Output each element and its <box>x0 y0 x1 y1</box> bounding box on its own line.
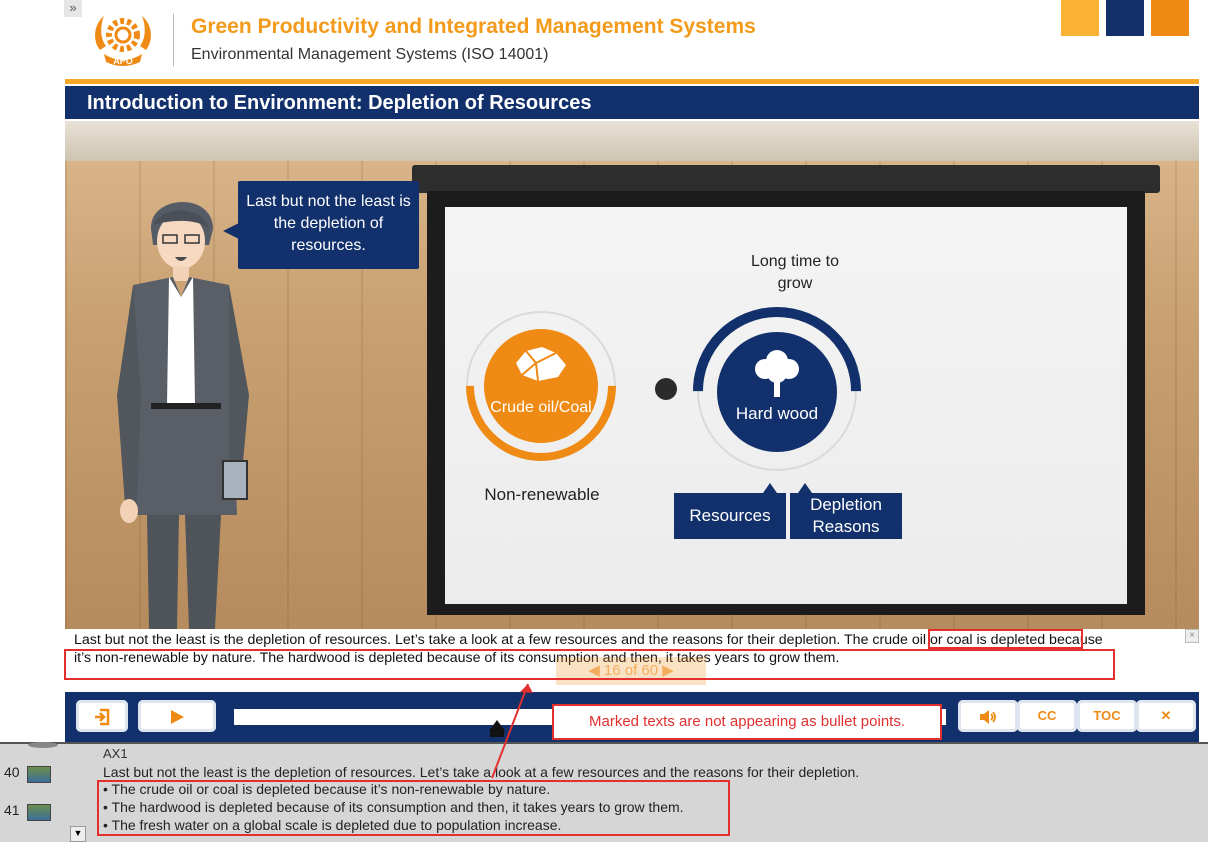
separator-dot <box>655 378 677 400</box>
resources-tab[interactable]: Resources <box>674 493 786 539</box>
projector-screen-roller <box>412 165 1160 193</box>
volume-button[interactable] <box>958 700 1018 732</box>
progress-handle-base[interactable] <box>490 731 504 737</box>
course-title: Green Productivity and Integrated Manage… <box>191 15 756 38</box>
play-icon <box>171 709 184 724</box>
caption-close-button[interactable]: × <box>1185 629 1199 643</box>
brand-square-orange <box>1151 0 1189 36</box>
volume-icon <box>980 709 996 724</box>
collapse-sidebar-button[interactable]: » <box>64 0 82 17</box>
slide-thumbnail[interactable] <box>27 766 51 783</box>
hard-wood-label: Hard wood <box>735 404 819 423</box>
table-of-contents-button[interactable]: TOC <box>1077 700 1137 732</box>
closed-caption-button[interactable]: CC <box>1017 700 1077 732</box>
course-subtitle: Environmental Management Systems (ISO 14… <box>191 46 549 63</box>
annotation-highlight-box <box>97 780 730 836</box>
notes-panel: 40 41 AX1 Last but not the least is the … <box>0 742 1208 842</box>
logo-text: APO <box>113 56 133 66</box>
resources-pointer <box>763 483 777 493</box>
speech-bubble-tail <box>223 223 239 239</box>
brand-square-navy <box>1106 0 1144 36</box>
slide-title: Introduction to Environment: Depletion o… <box>87 92 592 114</box>
speech-bubble: Last but not the least is the depletion … <box>238 181 419 269</box>
row-number: 41 <box>4 802 20 818</box>
close-button[interactable]: ✕ <box>1136 700 1196 732</box>
header-divider <box>173 14 174 66</box>
slide-stage: Long time to grow Crude oil/Coal Non-ren… <box>65 121 1199 629</box>
apo-logo: APO <box>90 10 156 70</box>
row-number: 40 <box>4 764 20 780</box>
ceiling <box>65 121 1199 161</box>
annotation-callout: Marked texts are not appearing as bullet… <box>552 704 942 740</box>
notes-text-line: Last but not the least is the depletion … <box>103 764 860 780</box>
non-renewable-label: Non-renewable <box>484 485 600 504</box>
exit-button[interactable] <box>76 700 128 732</box>
coal-icon <box>512 341 570 383</box>
brand-square-amber <box>1061 0 1099 36</box>
exit-icon <box>95 708 110 725</box>
slide-title-bar: Introduction to Environment: Depletion o… <box>65 86 1199 119</box>
depletion-reasons-tab[interactable]: Depletion Reasons <box>790 493 902 539</box>
notes-label: AX1 <box>103 746 128 761</box>
crude-oil-label: Crude oil/Coal <box>490 399 592 416</box>
annotation-highlight-box <box>64 649 1115 680</box>
progress-handle[interactable] <box>489 720 505 731</box>
annotation-highlight-box <box>928 629 1083 649</box>
depletion-pointer <box>798 483 812 493</box>
slide-thumbnail[interactable] <box>27 804 51 821</box>
tree-icon <box>752 347 802 399</box>
play-button[interactable] <box>138 700 216 732</box>
projector-screen-surface: Long time to grow Crude oil/Coal Non-ren… <box>434 207 1127 604</box>
header-rule <box>65 79 1199 84</box>
notes-scroll-shadow <box>28 742 58 748</box>
projector-screen: Long time to grow Crude oil/Coal Non-ren… <box>427 191 1145 615</box>
long-time-to-grow-label: Long time to grow <box>750 253 840 292</box>
